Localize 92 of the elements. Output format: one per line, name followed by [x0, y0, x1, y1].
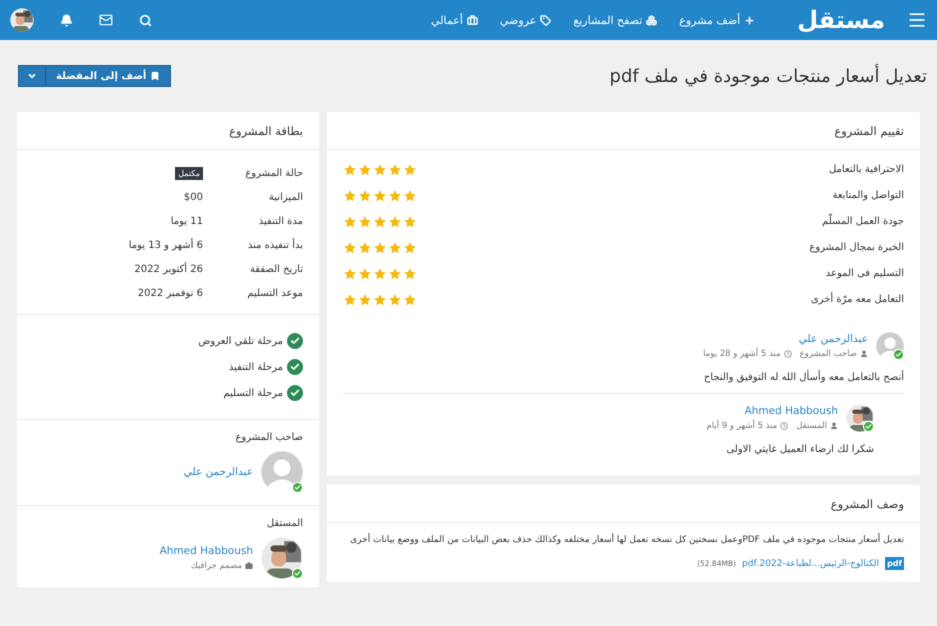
description-text: تعديل أسعار منتجات موجوده في ملف PDFوعمل نسختين كل نسخه تعمل لها أسعار مختلفه وكذالك حذف بعض البيانات من الملف ووضع بيانات أخرى [349, 535, 904, 545]
attachment-link[interactable]: الكتالوج-الرئيس...لطباعة-2022.pdf [742, 558, 880, 568]
briefcase-icon [466, 14, 478, 26]
bell-icon[interactable] [60, 14, 73, 26]
star-icon [403, 162, 417, 176]
tag-icon [540, 14, 552, 26]
star-icon [343, 214, 357, 228]
star-icon [373, 292, 387, 306]
user-icon [860, 350, 868, 358]
mail-icon[interactable] [99, 13, 113, 27]
rating-label: التواصل والمتابعة [832, 190, 904, 201]
avatar-icon [876, 332, 904, 360]
reviewer-role: المستقل [796, 421, 827, 431]
star-icon [403, 292, 417, 306]
star-icon [373, 214, 387, 228]
owner-name[interactable]: عبدالرحمن علي [184, 466, 253, 478]
info-label: مدة التنفيذ [258, 216, 303, 226]
stage-label: مرحلة تلقي العروض [198, 336, 283, 346]
card-title: تقييم المشروع [327, 112, 920, 150]
star-icon [373, 266, 387, 280]
review-text: أنصح بالتعامل معه وأسأل الله له التوفيق والنجاح [343, 372, 904, 383]
pdf-icon: pdf [885, 557, 904, 570]
star-icon [343, 240, 357, 254]
review-time: منذ 5 أشهر و 9 أيام [706, 421, 778, 431]
avatar-icon [261, 451, 303, 493]
reviewer-name[interactable]: عبدالرحمن علي [703, 333, 868, 345]
stage-label: مرحلة التنفيذ [228, 362, 283, 372]
plus-icon [744, 14, 756, 26]
section-heading: صاحب المشروع [234, 432, 303, 443]
info-label: موعد التسليم [246, 288, 303, 298]
reviewer-role: صاحب المشروع [800, 349, 857, 359]
star-icon [403, 240, 417, 254]
search-icon[interactable] [139, 14, 152, 26]
info-label: حالة المشروع [244, 168, 303, 178]
star-icon [358, 266, 372, 280]
star-icon [388, 188, 402, 202]
stage-label: مرحلة التسليم [223, 388, 283, 398]
user-icon [830, 422, 838, 430]
star-icon [358, 214, 372, 228]
bookmark-icon [150, 71, 160, 81]
star-icon [373, 240, 387, 254]
info-label: بدأ تنفيذه منذ [246, 240, 303, 250]
status-badge: مكتمل [175, 166, 203, 180]
star-icon [388, 162, 402, 176]
star-icon [373, 188, 387, 202]
cubes-icon [646, 14, 658, 26]
reviewer-name[interactable]: Ahmed Habboush [706, 405, 838, 417]
briefcase-icon [245, 562, 253, 570]
star-icon [373, 162, 387, 176]
caret-icon [27, 71, 37, 81]
info-value: 26 أكتوبر 2022 [133, 264, 203, 274]
info-label: الميزانية [268, 192, 303, 202]
review-time: منذ 5 أشهر و 28 يوما [703, 349, 781, 359]
star-icon [388, 214, 402, 228]
logo[interactable]: مستقل [797, 6, 885, 34]
page-title: تعديل أسعار منتجات موجودة في ملف pdf [610, 66, 927, 86]
star-icon [388, 292, 402, 306]
rating-label: التعامل معه مرّة أخرى [810, 294, 904, 305]
info-value: 11 يوما [170, 216, 203, 226]
info-value: 6 نوفمبر 2022 [136, 288, 203, 298]
info-value: 6 أشهر و 13 يوما [128, 240, 203, 250]
star-icon [388, 240, 402, 254]
star-icon [358, 188, 372, 202]
rating-label: الاحترافية بالتعامل [828, 164, 904, 175]
nav-link[interactable]: أعمالي [431, 14, 478, 26]
star-icon [403, 266, 417, 280]
star-icon [358, 292, 372, 306]
section-heading: المستقل [266, 518, 303, 529]
card-title: وصف المشروع [327, 485, 920, 523]
star-icon [403, 188, 417, 202]
star-icon [343, 188, 357, 202]
freelancer-role: مصمم جرافيك [190, 561, 242, 571]
star-icon [358, 240, 372, 254]
star-icon [343, 162, 357, 176]
clock-icon [780, 422, 788, 430]
nav-link[interactable]: أضف مشروع [679, 14, 756, 26]
info-label: تاريخ الصفقة [248, 264, 303, 274]
nav-link[interactable]: تصفح المشاريع [573, 14, 658, 26]
rating-label: الخبرة بمجال المشروع [809, 242, 904, 253]
star-icon [403, 214, 417, 228]
rating-label: التسليم فى الموعد [826, 268, 904, 279]
card-title: بطاقة المشروع [17, 112, 319, 150]
clock-icon [784, 350, 792, 358]
star-icon [343, 266, 357, 280]
info-value: $00 [182, 192, 203, 202]
favorite-button[interactable]: أضف إلى المفضلة [18, 65, 172, 87]
review-text: شكرا لك ارضاء العميل غايتي الاولى [725, 444, 874, 455]
freelancer-name[interactable]: Ahmed Habboush [160, 545, 253, 557]
star-icon [343, 292, 357, 306]
nav-link[interactable]: عروضي [500, 14, 552, 26]
star-icon [388, 266, 402, 280]
star-icon [358, 162, 372, 176]
